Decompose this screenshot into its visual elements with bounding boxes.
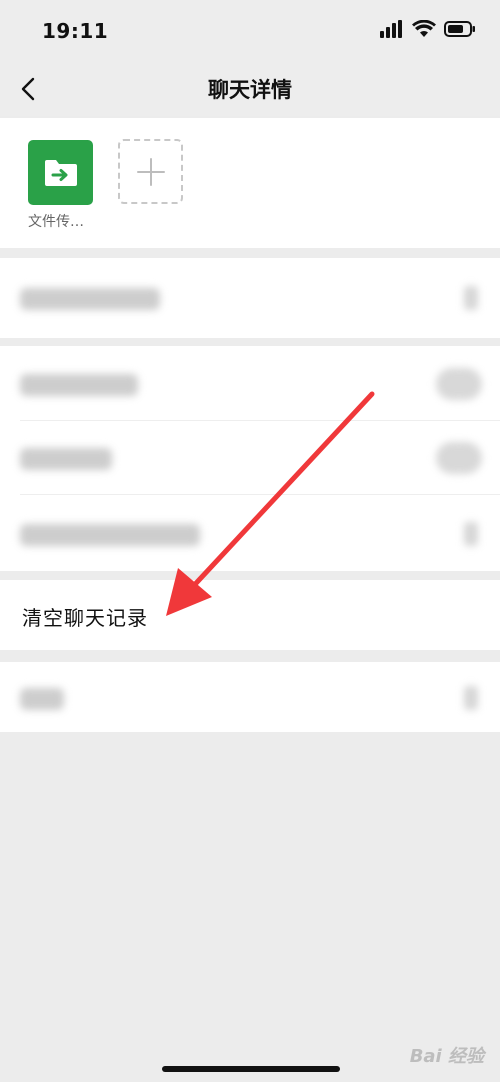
members-section: 文件传… (0, 118, 500, 248)
member-name: 文件传… (28, 214, 84, 230)
home-indicator[interactable] (162, 1066, 340, 1072)
wifi-icon (412, 20, 436, 37)
blurred-setting-row[interactable] (0, 662, 500, 734)
blurred-setting-row[interactable] (0, 498, 500, 570)
toggle-switch[interactable] (436, 368, 482, 400)
member-file-transfer[interactable]: 文件传… (28, 140, 94, 231)
divider (20, 420, 500, 421)
divider (20, 494, 500, 495)
page-title: 聊天详情 (208, 78, 292, 102)
clear-chat-history-label: 清空聊天记录 (22, 606, 148, 630)
chevron-right-icon (464, 686, 478, 710)
nav-bar: 聊天详情 (0, 64, 500, 116)
blurred-setting-row[interactable] (0, 262, 500, 334)
watermark-logo: Bai 经验 (409, 1046, 484, 1067)
blurred-setting-row[interactable] (0, 348, 500, 420)
plus-icon (136, 157, 165, 186)
avatar[interactable] (28, 140, 93, 205)
toggle-switch[interactable] (436, 442, 482, 474)
settings-group-3 (0, 662, 500, 732)
chevron-right-icon (464, 522, 478, 546)
settings-group-1 (0, 258, 500, 338)
status-icons (380, 20, 476, 38)
folder-transfer-icon (44, 159, 77, 186)
cellular-signal-icon (380, 20, 402, 38)
add-member-button[interactable] (118, 139, 183, 204)
clear-chat-history-button[interactable]: 清空聊天记录 (0, 580, 500, 650)
status-time: 19:11 (42, 19, 109, 43)
status-bar: 19:11 (0, 0, 500, 64)
battery-icon (444, 21, 475, 37)
chevron-right-icon (464, 286, 478, 310)
settings-group-2 (0, 346, 500, 571)
blurred-setting-row[interactable] (0, 422, 500, 494)
